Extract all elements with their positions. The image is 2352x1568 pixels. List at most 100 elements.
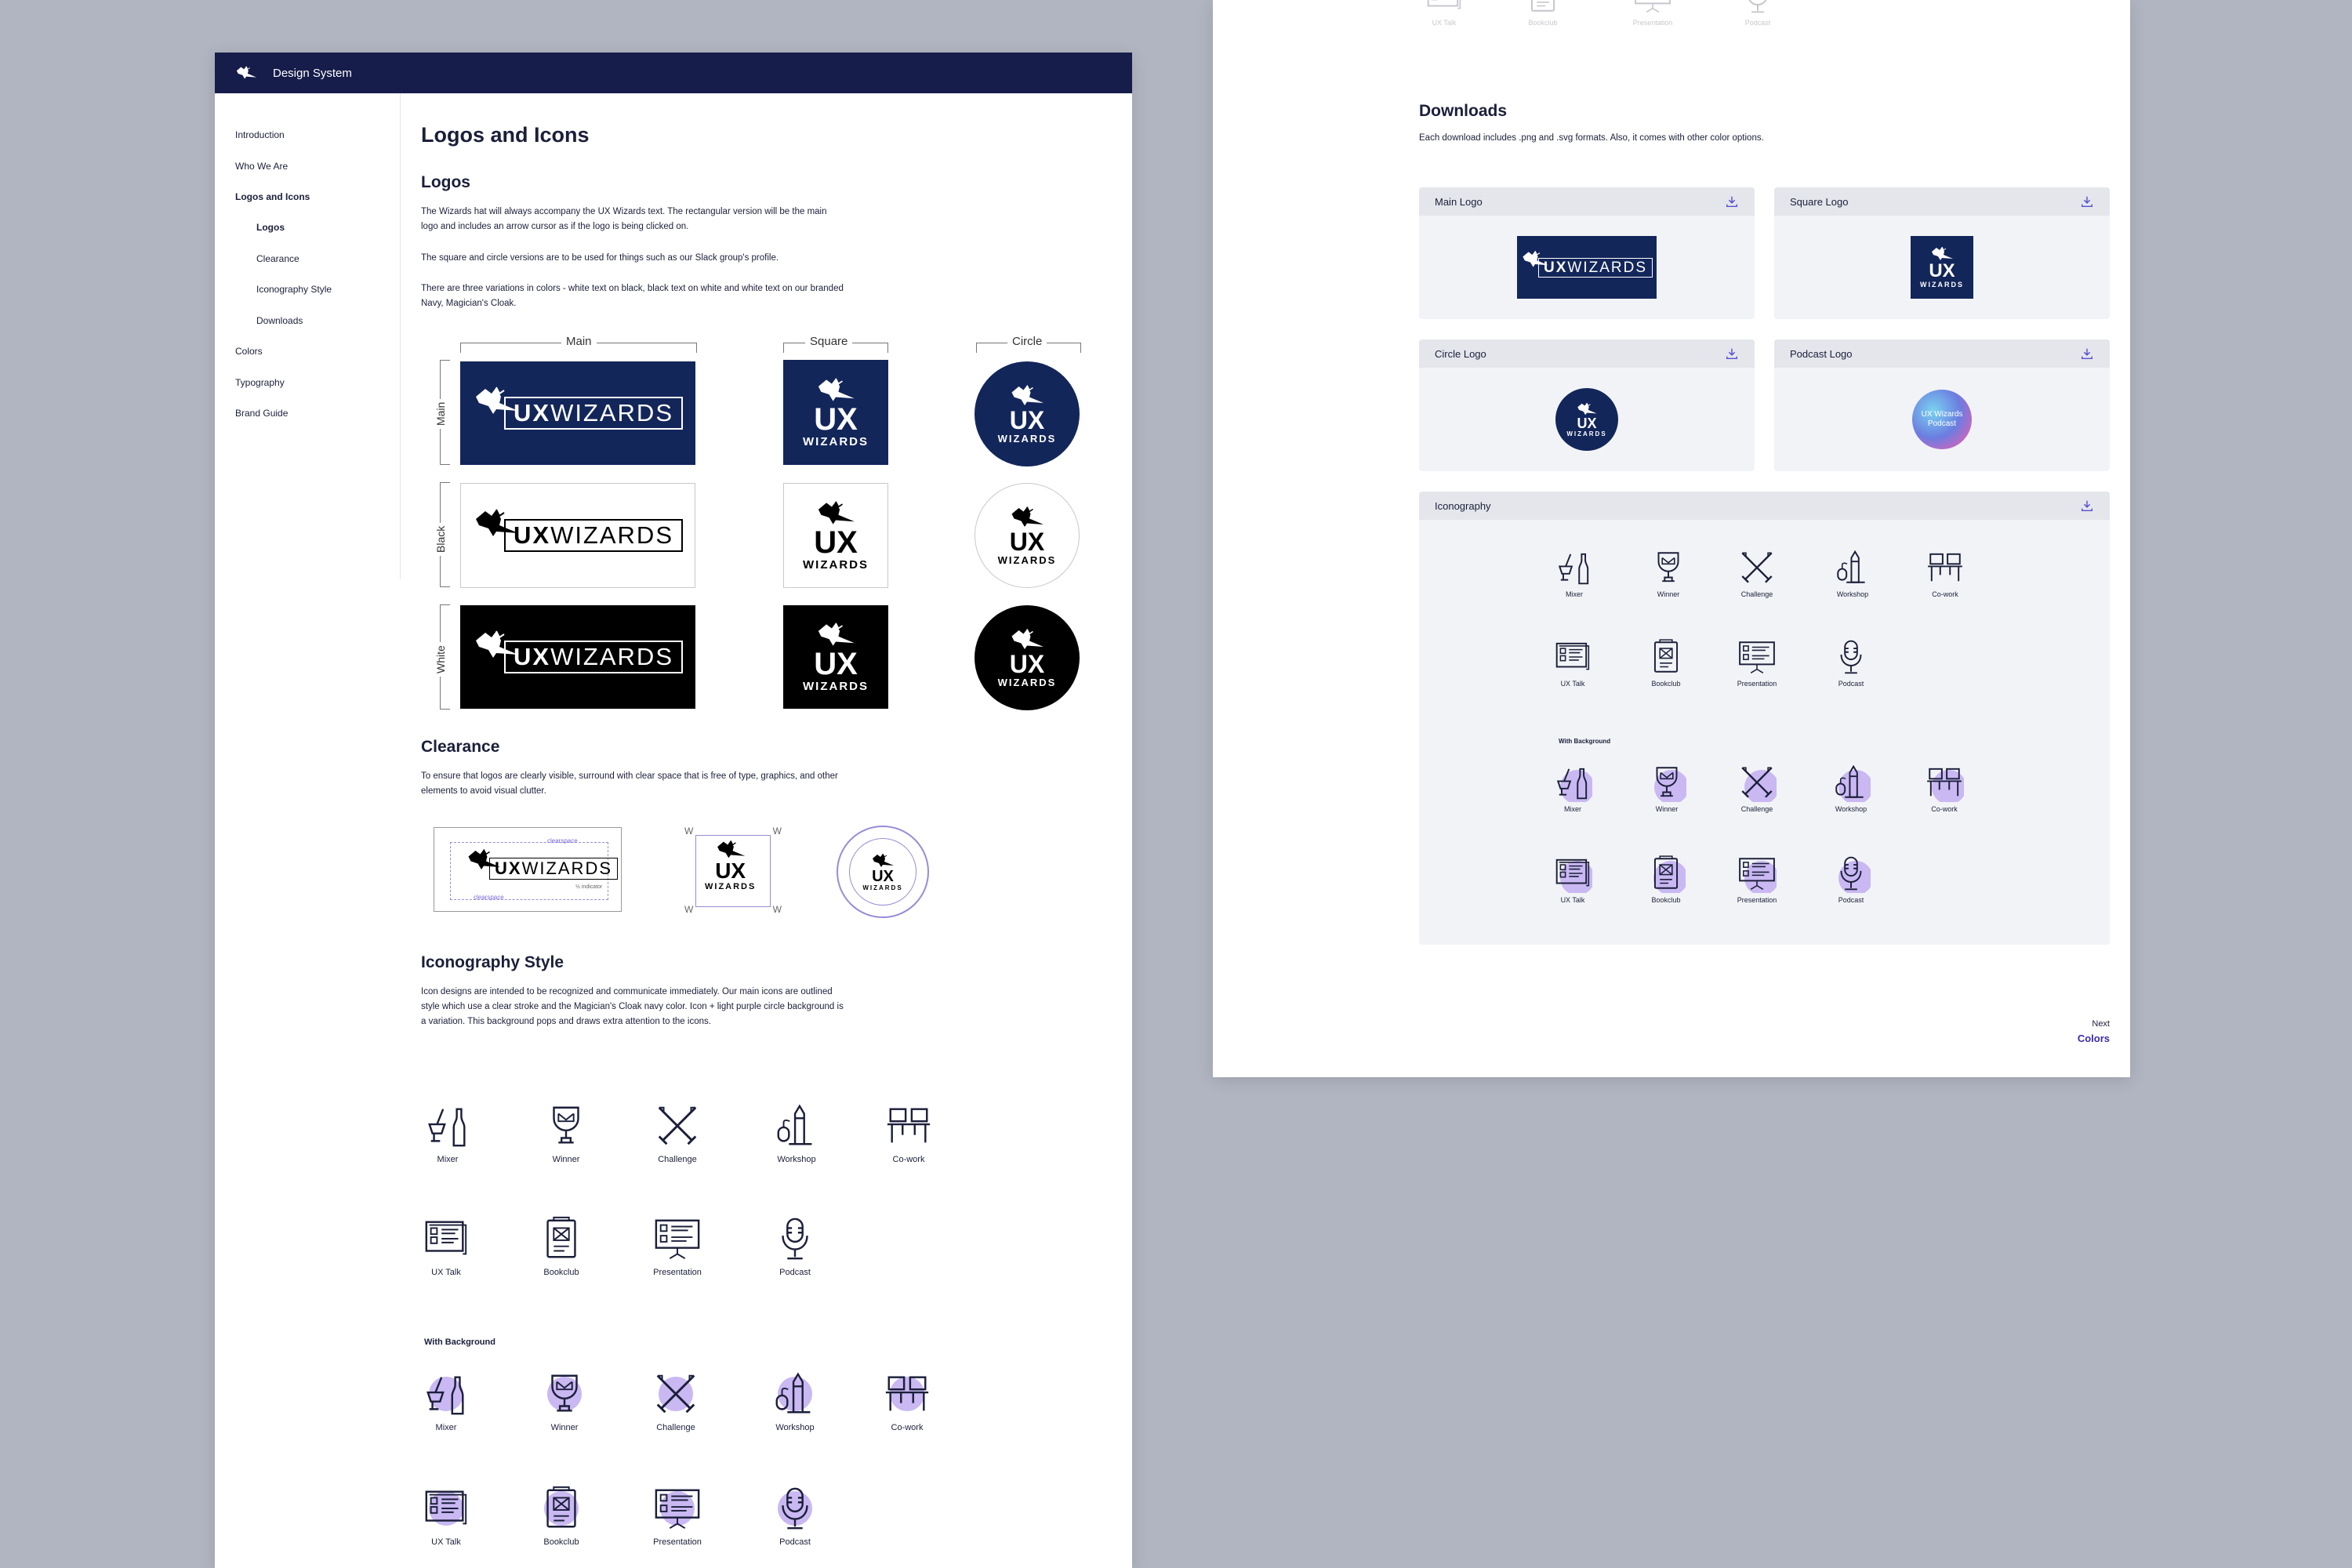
icon-workshop-bg: Workshop — [760, 1370, 830, 1432]
logos-paragraph-2: The square and circle versions are to be… — [421, 253, 779, 263]
workshop-icon — [772, 1102, 821, 1150]
icon-mixer-bg: Mixer — [411, 1370, 481, 1432]
icon-presentation: Presentation — [1730, 637, 1784, 688]
wizard-hat-icon — [1009, 628, 1045, 652]
wizard-hat-icon — [1929, 246, 1955, 262]
next-link-colors[interactable]: Colors — [2078, 1033, 2110, 1044]
icon-cowork: Co-work — [873, 1102, 944, 1164]
icon-bookclub-bg: Bookclub — [526, 1484, 597, 1547]
icon-presentation-bg: Presentation — [642, 1484, 713, 1547]
sidebar-subitem-clearance[interactable]: Clearance — [256, 253, 299, 264]
half-indicator-label: ½ indicator — [575, 884, 603, 890]
sidebar-item-who-we-are[interactable]: Who We Are — [235, 161, 288, 172]
download-icon[interactable] — [1725, 194, 1739, 209]
mixer-icon — [423, 1102, 472, 1150]
sidebar-subitem-iconography-style[interactable]: Iconography Style — [256, 284, 332, 295]
download-card-iconography: Iconography Mixer Winner Challenge Works… — [1419, 492, 2110, 945]
wordmark-wizards: WIZARDS — [1567, 259, 1647, 276]
logos-heading: Logos — [421, 173, 470, 191]
square-ux-text: UX — [814, 524, 858, 560]
bookclub-icon — [1646, 637, 1686, 677]
icon-presentation: Presentation — [1625, 0, 1680, 27]
logos-paragraph-3: There are three variations in colors - w… — [421, 284, 844, 308]
square-wizards-text: WIZARDS — [803, 434, 869, 448]
sidebar-item-brand-guide[interactable]: Brand Guide — [235, 408, 288, 419]
cowork-icon — [1925, 763, 1964, 802]
sidebar-item-colors[interactable]: Colors — [235, 346, 263, 357]
sidebar-subitem-downloads[interactable]: Downloads — [256, 315, 303, 326]
presentation-icon — [1737, 854, 1777, 893]
card-title: Circle Logo — [1435, 347, 1486, 360]
sidebar-item-logos-and-icons[interactable]: Logos and Icons — [235, 191, 310, 202]
main-logo-navy: UXWIZARDS — [460, 361, 695, 465]
icon-bookclub: Bookclub — [526, 1214, 597, 1277]
page-title: Logos and Icons — [421, 123, 590, 147]
presentation-icon — [653, 1214, 702, 1263]
wordmark-ux: UX — [495, 858, 522, 878]
iconography-heading: Iconography Style — [421, 953, 564, 971]
icon-cowork-bg: Co-work — [1917, 763, 1972, 813]
row-label-main: Main — [434, 398, 447, 429]
top-nav-bar: Design System — [215, 53, 1132, 93]
podcast-icon — [771, 1214, 819, 1263]
download-icon[interactable] — [2080, 194, 2094, 209]
brand-logo-icon[interactable] — [235, 64, 257, 82]
icon-ux-talk-bg: UX Talk — [1545, 854, 1600, 904]
main-logo-white: UXWIZARDS — [460, 605, 695, 709]
iconography-paragraph: Icon designs are intended to be recogniz… — [421, 987, 844, 1026]
app-title: Design System — [273, 66, 352, 80]
bookclub-icon — [544, 1484, 579, 1533]
w-marker: W — [772, 904, 782, 915]
circle-ux-text: UX — [1009, 527, 1045, 556]
circle-wizards-text: WIZARDS — [997, 676, 1057, 688]
clearance-main-diagram: UXWIZARDS clearspace clearspace ½ indica… — [434, 827, 622, 912]
icon-winner-bg: Winner — [529, 1370, 600, 1432]
ux-talk-icon — [1425, 0, 1464, 16]
clearspace-label: clearspace — [547, 837, 578, 844]
podcast-logo-preview: UX Wizards Podcast — [1912, 390, 1972, 449]
circle-logo-black: UX WIZARDS — [975, 483, 1080, 588]
circle-logo-navy: UX WIZARDS — [975, 361, 1080, 466]
icon-podcast-bg: Podcast — [760, 1484, 830, 1547]
icon-podcast: Podcast — [1730, 0, 1785, 27]
clearance-square-diagram: W W W W UX WIZARDS — [684, 826, 782, 915]
column-label-square: Square — [805, 335, 853, 348]
sidebar-item-introduction[interactable]: Introduction — [235, 129, 285, 140]
card-title: Square Logo — [1790, 195, 1849, 208]
circle-ux-text: UX — [1009, 405, 1045, 434]
download-icon[interactable] — [2080, 347, 2094, 361]
challenge-icon — [653, 1102, 702, 1150]
icon-challenge: Challenge — [642, 1102, 713, 1164]
bookclub-icon — [537, 1214, 586, 1263]
circle-wizards-text: WIZARDS — [997, 432, 1057, 445]
icon-winner: Winner — [531, 1102, 601, 1164]
icon-winner-bg: Winner — [1639, 763, 1694, 813]
download-icon[interactable] — [2080, 499, 2094, 513]
download-card-main-logo: Main Logo UXWIZARDS — [1419, 187, 1755, 319]
sidebar-item-typography[interactable]: Typography — [235, 377, 285, 388]
icon-podcast: Podcast — [760, 1214, 830, 1277]
left-page: Design System Introduction Who We Are Lo… — [215, 53, 1132, 1568]
circle-ux-text: UX — [1009, 649, 1045, 678]
right-page: UX Talk Bookclub Presentation Podcast Do… — [1213, 0, 2130, 1077]
wordmark-wizards: WIZARDS — [550, 399, 673, 426]
cowork-icon — [1926, 548, 1965, 587]
download-icon[interactable] — [1725, 347, 1739, 361]
icon-presentation: Presentation — [642, 1214, 713, 1277]
sidebar-subitem-logos[interactable]: Logos — [256, 222, 285, 233]
wordmark-ux: UX — [1543, 259, 1568, 276]
wizard-hat-icon — [815, 622, 856, 648]
square-logo-preview: UX WIZARDS — [1911, 236, 1973, 299]
wordmark-ux: UX — [513, 399, 551, 426]
icon-workshop-bg: Workshop — [1824, 763, 1878, 813]
clearspace-label: clearspace — [474, 894, 504, 901]
icon-ux-talk: UX Talk — [411, 1214, 481, 1277]
winner-icon — [1654, 763, 1686, 802]
bookclub-icon — [1523, 0, 1563, 16]
wizard-hat-icon — [1009, 384, 1045, 408]
mixer-icon — [1555, 548, 1594, 587]
circle-wizards-text: WIZARDS — [862, 884, 903, 891]
presentation-icon — [1737, 637, 1777, 677]
bookclub-icon — [1653, 854, 1686, 893]
podcast-icon — [1831, 637, 1871, 677]
